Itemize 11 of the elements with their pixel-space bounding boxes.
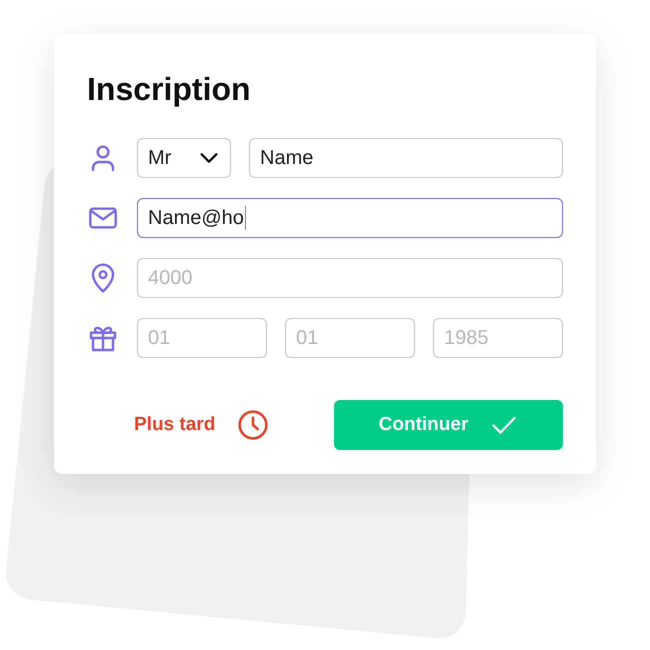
later-button[interactable]: Plus tard (134, 409, 270, 441)
continue-button[interactable]: Continuer (334, 400, 563, 450)
input-field[interactable]: 4000 (137, 258, 563, 298)
input-field[interactable]: Name@ho (137, 198, 563, 238)
input-field[interactable]: 01 (285, 318, 415, 358)
title-select[interactable]: Mr (137, 138, 231, 178)
input-field[interactable]: 1985 (433, 318, 563, 358)
input-field[interactable]: 01 (137, 318, 267, 358)
form-title: Inscription (87, 70, 252, 108)
input-field[interactable]: Name (249, 138, 563, 178)
clock-icon (237, 409, 270, 441)
